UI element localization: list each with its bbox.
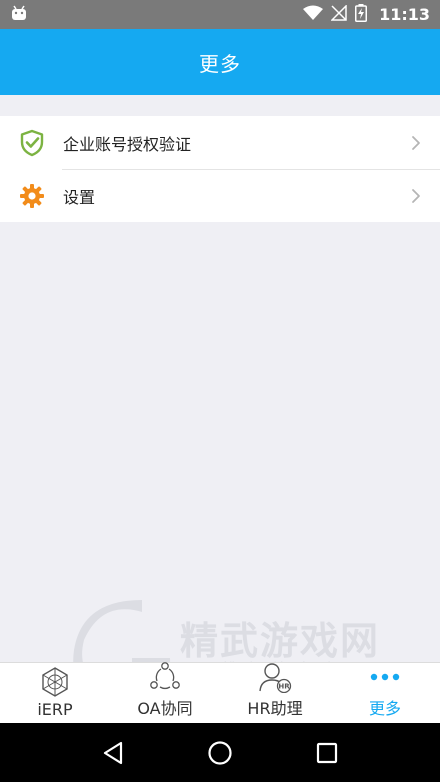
tab-label: HR助理 bbox=[247, 699, 303, 718]
bottom-tab-bar: iERP OA协同 HR HR助理 更多 bbox=[0, 662, 440, 723]
tab-label: 更多 bbox=[368, 699, 401, 718]
gear-icon bbox=[18, 182, 46, 210]
watermark-title: 精武游戏网 bbox=[180, 619, 381, 663]
svg-text:HR: HR bbox=[278, 683, 290, 691]
shield-check-icon bbox=[18, 129, 46, 157]
status-bar: 11:13 bbox=[0, 0, 440, 29]
menu-list: 企业账号授权验证 设置 bbox=[0, 116, 440, 222]
chevron-right-icon bbox=[410, 133, 422, 153]
battery-charging-icon bbox=[355, 3, 368, 26]
tab-label: OA协同 bbox=[137, 699, 193, 718]
back-icon[interactable] bbox=[93, 733, 133, 773]
hexagon-icon bbox=[38, 666, 72, 698]
recents-icon[interactable] bbox=[307, 733, 347, 773]
android-icon bbox=[10, 5, 28, 25]
tab-label: iERP bbox=[37, 700, 73, 719]
menu-item-account-verification[interactable]: 企业账号授权验证 bbox=[0, 116, 440, 169]
wifi-icon bbox=[303, 5, 324, 25]
no-signal-icon bbox=[330, 3, 347, 25]
page-title: 更多 bbox=[199, 51, 241, 76]
hr-person-icon: HR bbox=[258, 661, 292, 693]
tab-more[interactable]: 更多 bbox=[330, 663, 440, 723]
tab-hr[interactable]: HR HR助理 bbox=[220, 663, 330, 723]
chevron-right-icon bbox=[410, 186, 422, 206]
app-header: 更多 bbox=[0, 29, 440, 95]
menu-item-label: 企业账号授权验证 bbox=[63, 134, 192, 154]
tab-oa[interactable]: OA协同 bbox=[110, 661, 220, 723]
status-time: 11:13 bbox=[379, 5, 430, 24]
menu-item-settings[interactable]: 设置 bbox=[0, 169, 440, 222]
system-nav-bar bbox=[0, 723, 440, 782]
menu-item-label: 设置 bbox=[63, 187, 96, 207]
tab-ierp[interactable]: iERP bbox=[0, 663, 110, 723]
share-nodes-icon bbox=[148, 661, 182, 693]
more-dots-icon bbox=[368, 661, 402, 693]
home-icon[interactable] bbox=[200, 733, 240, 773]
